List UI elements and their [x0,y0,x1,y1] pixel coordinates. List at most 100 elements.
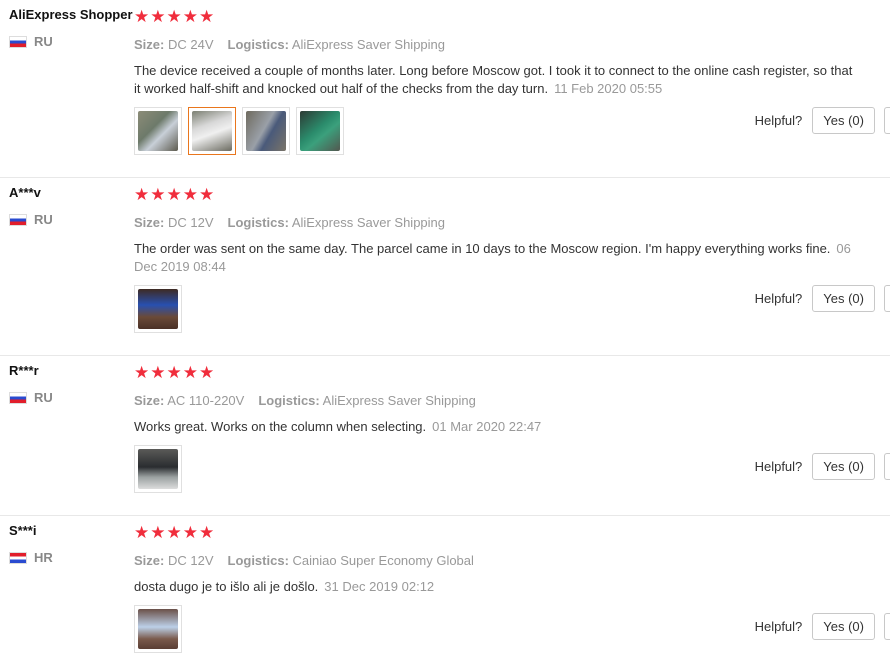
review-photo-thumb[interactable] [134,605,182,653]
star-icon: ★ [150,7,166,26]
helpful-no-button[interactable] [884,285,890,312]
star-icon: ★ [199,363,215,382]
flag-ru-icon [9,213,27,226]
flag-ru-icon [9,391,27,404]
helpful-yes-button[interactable]: Yes (0) [812,285,875,312]
star-icon: ★ [134,363,150,382]
review-text: The device received a couple of months l… [134,63,853,96]
helpful-label: Helpful? [754,291,803,306]
helpful-vote: Helpful? Yes (0) [755,613,890,640]
logistics-value: Cainiao Super Economy Global [292,553,474,568]
size-value: AC 110-220V [167,393,245,408]
star-icon: ★ [199,7,215,26]
country-code: HR [34,550,53,565]
review-text-block: dosta dugo je to išlo ali je došlo. 31 De… [134,578,854,596]
size-label: Size: [134,215,165,230]
review-photo-thumb[interactable] [134,107,182,155]
review-content: ★ ★ ★ ★ ★ Size: DC 12V Logistics: AliExpress … [134,186,854,333]
helpful-yes-button[interactable]: Yes (0) [812,107,875,134]
logistics-label: Logistics: [227,37,289,52]
helpful-yes-button[interactable]: Yes (0) [812,613,875,640]
review-photo-thumb[interactable] [296,107,344,155]
flag-ru-icon [9,35,27,48]
review-date: 31 Dec 2019 02:12 [324,579,435,594]
review-text: The order was sent on the same day. The … [134,241,831,256]
review-text: dosta dugo je to išlo ali je došlo. [134,579,319,594]
review-content: ★ ★ ★ ★ ★ Size: AC 110-220V Logistics: AliExp… [134,364,854,493]
photo-circuit-board [300,111,340,151]
order-info: Size: DC 12V Logistics: Cainiao Super Eco… [134,553,854,568]
star-icon: ★ [166,7,182,26]
size-value: DC 12V [167,215,214,230]
photo-device-hand [138,111,178,151]
reviewer-info: R***r RU [9,363,129,405]
review-photos [134,285,854,333]
order-info: Size: DC 12V Logistics: AliExpress Saver … [134,215,854,230]
country-code: RU [34,212,53,227]
photo-device-dark [138,449,178,489]
review-content: ★ ★ ★ ★ ★ Size: DC 24V Logistics: AliExpress … [134,8,854,155]
photo-device-back [246,111,286,151]
review-photo-thumb[interactable] [134,445,182,493]
star-icon: ★ [134,7,150,26]
reviewer-name: S***i [9,523,37,538]
photo-device-label [192,111,232,151]
review-item: S***i HR ★ ★ ★ ★ ★ Size: DC 12V Logistics: Ca… [0,516,890,666]
helpful-label: Helpful? [754,619,803,634]
reviewer-country: RU [9,390,129,405]
star-icon: ★ [182,523,198,542]
review-text-block: Works great. Works on the column when se… [134,418,854,436]
review-photos [134,445,854,493]
logistics-value: AliExpress Saver Shipping [322,393,476,408]
size-label: Size: [134,37,165,52]
review-photos [134,107,854,155]
helpful-vote: Helpful? Yes (0) [755,453,890,480]
star-icon: ★ [199,523,215,542]
reviewer-name: R***r [9,363,39,378]
review-photo-thumb[interactable] [242,107,290,155]
helpful-no-button[interactable] [884,453,890,480]
size-value: DC 12V [167,553,214,568]
star-icon: ★ [182,185,198,204]
review-item: AliExpress Shopper RU ★ ★ ★ ★ ★ Size: DC 24V… [0,0,890,178]
flag-hr-icon [9,551,27,564]
helpful-label: Helpful? [754,459,803,474]
star-icon: ★ [150,523,166,542]
review-item: R***r RU ★ ★ ★ ★ ★ Size: AC 110-220V Logistic… [0,356,890,516]
star-icon: ★ [150,363,166,382]
star-icon: ★ [150,185,166,204]
star-rating: ★ ★ ★ ★ ★ [134,364,854,382]
helpful-vote: Helpful? Yes (0) [755,285,890,312]
star-icon: ★ [166,523,182,542]
review-date: 01 Mar 2020 22:47 [432,419,542,434]
reviewer-info: AliExpress Shopper RU [9,7,133,49]
logistics-value: AliExpress Saver Shipping [291,37,446,52]
review-photo-thumb-selected[interactable] [188,107,236,155]
star-rating: ★ ★ ★ ★ ★ [134,524,854,542]
reviewer-info: A***v RU [9,185,129,227]
star-icon: ★ [134,185,150,204]
review-text-block: The device received a couple of months l… [134,62,854,98]
review-photos [134,605,854,653]
order-info: Size: DC 24V Logistics: AliExpress Saver … [134,37,854,52]
review-content: ★ ★ ★ ★ ★ Size: DC 12V Logistics: Cainiao Sup… [134,524,854,653]
reviewer-country: RU [9,212,129,227]
review-text-block: The order was sent on the same day. The … [134,240,854,276]
helpful-yes-button[interactable]: Yes (0) [812,453,875,480]
star-rating: ★ ★ ★ ★ ★ [134,186,854,204]
logistics-label: Logistics: [227,553,289,568]
reviewer-info: S***i HR [9,523,129,565]
country-code: RU [34,34,53,49]
reviewer-country: HR [9,550,129,565]
logistics-value: AliExpress Saver Shipping [291,215,446,230]
helpful-vote: Helpful? Yes (0) [755,107,890,134]
review-photo-thumb[interactable] [134,285,182,333]
photo-device-hand-light [138,609,178,649]
helpful-no-button[interactable] [884,107,890,134]
photo-device-blue [138,289,178,329]
helpful-no-button[interactable] [884,613,890,640]
size-label: Size: [134,393,165,408]
star-icon: ★ [166,185,182,204]
star-icon: ★ [182,7,198,26]
star-icon: ★ [182,363,198,382]
